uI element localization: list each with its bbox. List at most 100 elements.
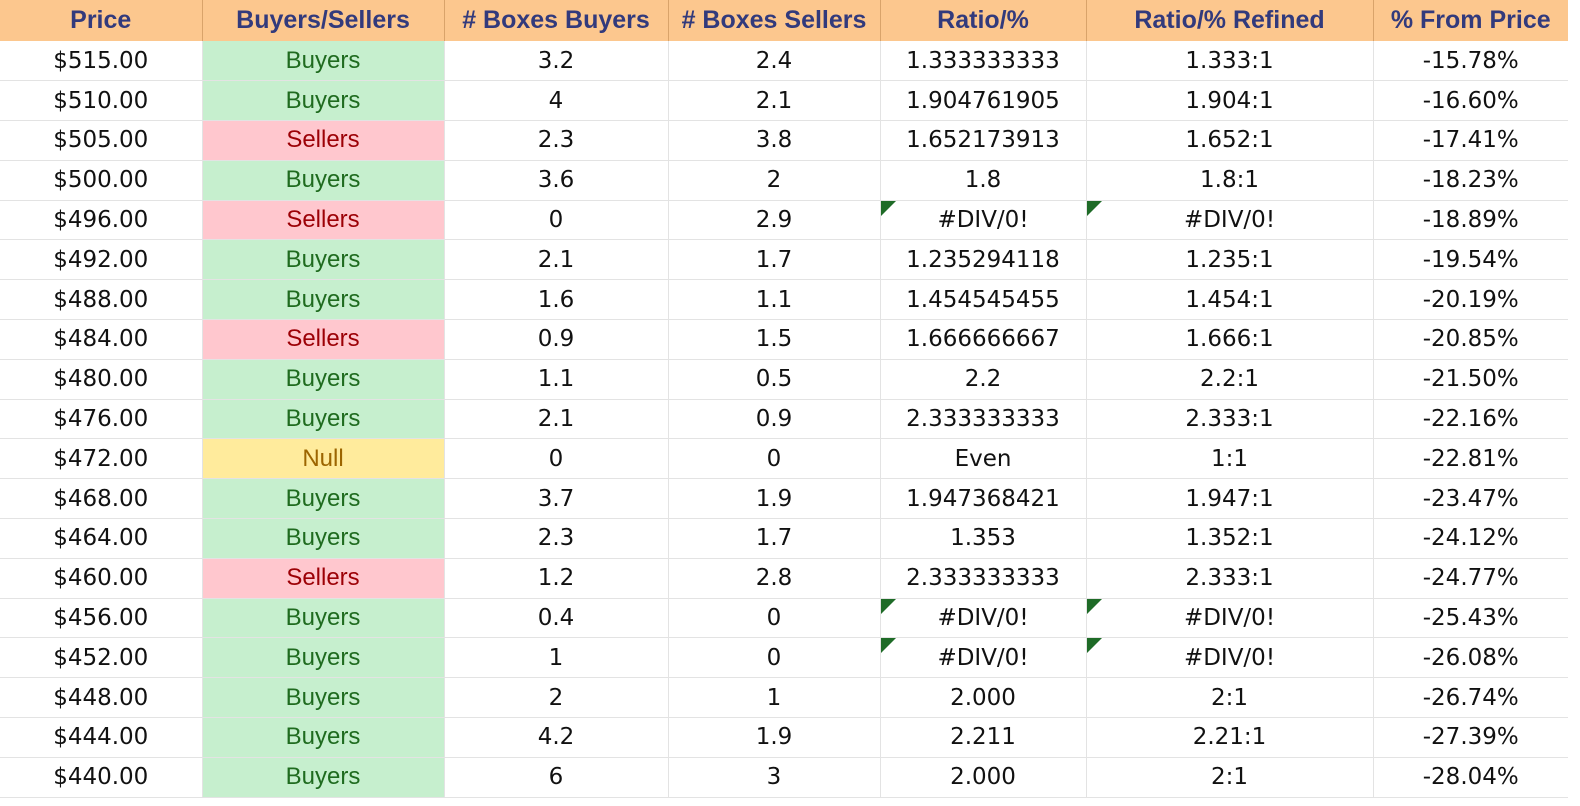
ratio-cell[interactable]: 2.211 [880, 717, 1087, 758]
price-cell[interactable]: $480.00 [0, 359, 203, 400]
buyers-sellers-cell[interactable]: Buyers [202, 80, 445, 122]
boxes-buyers-cell[interactable]: 1.6 [444, 279, 669, 321]
boxes-buyers-cell[interactable]: 2.1 [444, 239, 669, 281]
ratio-cell[interactable]: Even [880, 438, 1087, 480]
boxes-buyers-cell[interactable]: 0.9 [444, 319, 669, 360]
buyers-sellers-cell[interactable]: Buyers [202, 518, 445, 559]
ratio-refined-cell[interactable]: 1.352:1 [1086, 518, 1374, 559]
boxes-buyers-cell[interactable]: 0 [444, 438, 669, 480]
boxes-sellers-cell[interactable]: 2 [668, 160, 881, 201]
boxes-sellers-cell[interactable]: 0 [668, 598, 881, 639]
ratio-refined-cell[interactable]: 2.333:1 [1086, 558, 1374, 599]
boxes-sellers-cell[interactable]: 1 [668, 677, 881, 719]
ratio-cell[interactable]: #DIV/0! [880, 598, 1087, 639]
buyers-sellers-cell[interactable]: Buyers [202, 717, 445, 758]
ratio-cell[interactable]: 1.8 [880, 160, 1087, 201]
pct-from-price-cell[interactable]: -21.50% [1373, 359, 1568, 400]
boxes-sellers-cell[interactable]: 0.5 [668, 359, 881, 400]
pct-from-price-cell[interactable]: -24.77% [1373, 558, 1568, 599]
ratio-refined-cell[interactable]: 2.21:1 [1086, 717, 1374, 758]
buyers-sellers-cell[interactable]: Buyers [202, 41, 445, 82]
ratio-cell[interactable]: 1.904761905 [880, 80, 1087, 122]
pct-from-price-cell[interactable]: -20.85% [1373, 319, 1568, 360]
buyers-sellers-cell[interactable]: Buyers [202, 757, 445, 798]
boxes-sellers-cell[interactable]: 0 [668, 637, 881, 679]
price-cell[interactable]: $492.00 [0, 239, 203, 281]
pct-from-price-cell[interactable]: -22.16% [1373, 399, 1568, 440]
ratio-refined-cell[interactable]: #DIV/0! [1086, 598, 1374, 639]
boxes-sellers-cell[interactable]: 2.4 [668, 41, 881, 82]
ratio-cell[interactable]: 1.353 [880, 518, 1087, 559]
buyers-sellers-cell[interactable]: Null [202, 438, 445, 480]
buyers-sellers-cell[interactable]: Sellers [202, 120, 445, 161]
boxes-sellers-cell[interactable]: 1.5 [668, 319, 881, 360]
ratio-refined-cell[interactable]: #DIV/0! [1086, 637, 1374, 679]
boxes-buyers-cell[interactable]: 3.2 [444, 41, 669, 82]
pct-from-price-cell[interactable]: -18.23% [1373, 160, 1568, 201]
boxes-buyers-cell[interactable]: 4 [444, 80, 669, 122]
buyers-sellers-cell[interactable]: Buyers [202, 478, 445, 520]
ratio-cell[interactable]: #DIV/0! [880, 200, 1087, 241]
ratio-refined-cell[interactable]: 1.333:1 [1086, 41, 1374, 82]
pct-from-price-cell[interactable]: -26.08% [1373, 637, 1568, 679]
price-cell[interactable]: $510.00 [0, 80, 203, 122]
ratio-refined-cell[interactable]: 2:1 [1086, 677, 1374, 719]
boxes-sellers-cell[interactable]: 1.7 [668, 239, 881, 281]
ratio-cell[interactable]: 1.333333333 [880, 41, 1087, 82]
header-price[interactable]: Price [0, 0, 203, 41]
boxes-buyers-cell[interactable]: 0.4 [444, 598, 669, 639]
boxes-buyers-cell[interactable]: 2 [444, 677, 669, 719]
pct-from-price-cell[interactable]: -16.60% [1373, 80, 1568, 122]
ratio-refined-cell[interactable]: #DIV/0! [1086, 200, 1374, 241]
buyers-sellers-cell[interactable]: Buyers [202, 279, 445, 321]
ratio-refined-cell[interactable]: 1.666:1 [1086, 319, 1374, 360]
ratio-refined-cell[interactable]: 1.652:1 [1086, 120, 1374, 161]
pct-from-price-cell[interactable]: -20.19% [1373, 279, 1568, 321]
pct-from-price-cell[interactable]: -18.89% [1373, 200, 1568, 241]
price-cell[interactable]: $440.00 [0, 757, 203, 798]
price-cell[interactable]: $476.00 [0, 399, 203, 440]
boxes-buyers-cell[interactable]: 2.3 [444, 518, 669, 559]
boxes-sellers-cell[interactable]: 1.1 [668, 279, 881, 321]
ratio-cell[interactable]: 1.652173913 [880, 120, 1087, 161]
pct-from-price-cell[interactable]: -19.54% [1373, 239, 1568, 281]
pct-from-price-cell[interactable]: -17.41% [1373, 120, 1568, 161]
boxes-sellers-cell[interactable]: 1.9 [668, 717, 881, 758]
boxes-sellers-cell[interactable]: 0.9 [668, 399, 881, 440]
pct-from-price-cell[interactable]: -22.81% [1373, 438, 1568, 480]
boxes-buyers-cell[interactable]: 0 [444, 200, 669, 241]
ratio-cell[interactable]: 2.333333333 [880, 558, 1087, 599]
header-boxes-sellers[interactable]: # Boxes Sellers [668, 0, 881, 41]
buyers-sellers-cell[interactable]: Sellers [202, 558, 445, 599]
boxes-buyers-cell[interactable]: 3.6 [444, 160, 669, 201]
ratio-refined-cell[interactable]: 1.8:1 [1086, 160, 1374, 201]
boxes-buyers-cell[interactable]: 1.2 [444, 558, 669, 599]
price-cell[interactable]: $460.00 [0, 558, 203, 599]
pct-from-price-cell[interactable]: -24.12% [1373, 518, 1568, 559]
boxes-sellers-cell[interactable]: 3.8 [668, 120, 881, 161]
price-cell[interactable]: $505.00 [0, 120, 203, 161]
header-ratio[interactable]: Ratio/% [880, 0, 1087, 41]
header-ratio-refined[interactable]: Ratio/% Refined [1086, 0, 1374, 41]
buyers-sellers-cell[interactable]: Sellers [202, 319, 445, 360]
ratio-refined-cell[interactable]: 1.454:1 [1086, 279, 1374, 321]
ratio-cell[interactable]: 2.2 [880, 359, 1087, 400]
price-cell[interactable]: $464.00 [0, 518, 203, 559]
price-cell[interactable]: $484.00 [0, 319, 203, 360]
boxes-buyers-cell[interactable]: 1 [444, 637, 669, 679]
buyers-sellers-cell[interactable]: Buyers [202, 677, 445, 719]
boxes-sellers-cell[interactable]: 0 [668, 438, 881, 480]
ratio-cell[interactable]: #DIV/0! [880, 637, 1087, 679]
pct-from-price-cell[interactable]: -26.74% [1373, 677, 1568, 719]
ratio-refined-cell[interactable]: 1.904:1 [1086, 80, 1374, 122]
price-cell[interactable]: $496.00 [0, 200, 203, 241]
header-buyers-sellers[interactable]: Buyers/Sellers [202, 0, 445, 41]
ratio-refined-cell[interactable]: 1.947:1 [1086, 478, 1374, 520]
pct-from-price-cell[interactable]: -28.04% [1373, 757, 1568, 798]
boxes-sellers-cell[interactable]: 2.1 [668, 80, 881, 122]
boxes-buyers-cell[interactable]: 6 [444, 757, 669, 798]
price-cell[interactable]: $515.00 [0, 41, 203, 82]
price-cell[interactable]: $472.00 [0, 438, 203, 480]
buyers-sellers-cell[interactable]: Buyers [202, 598, 445, 639]
ratio-refined-cell[interactable]: 2.2:1 [1086, 359, 1374, 400]
